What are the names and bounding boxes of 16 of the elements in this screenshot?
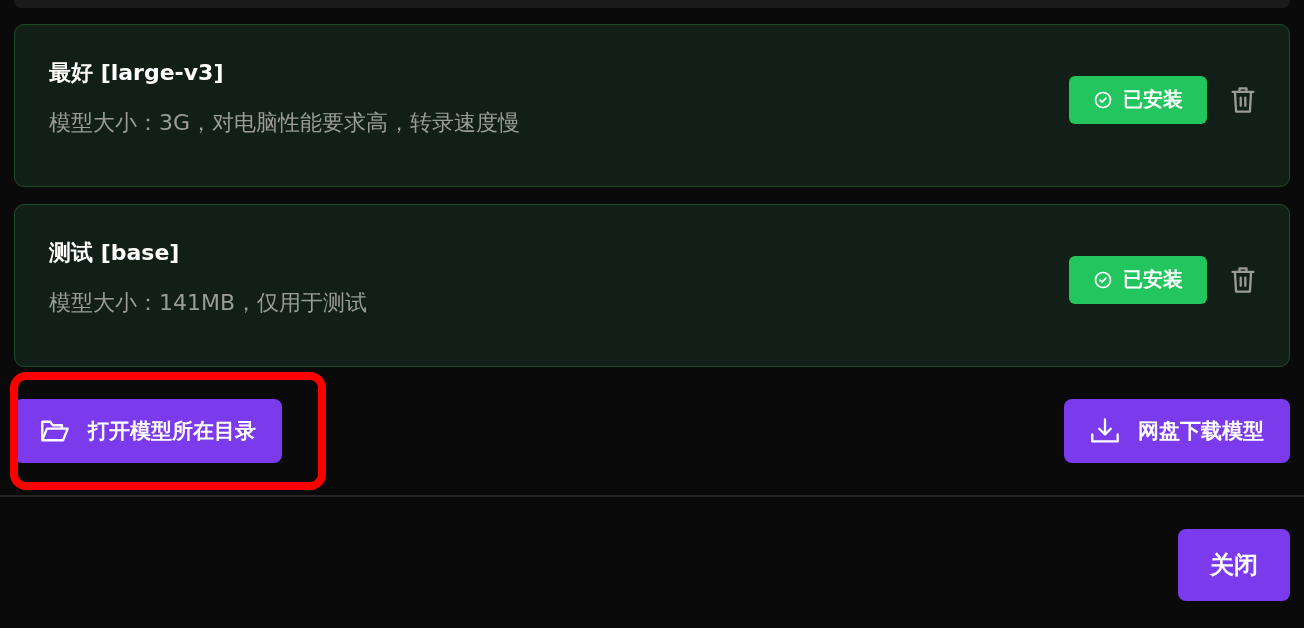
delete-button[interactable]: [1229, 264, 1257, 295]
installed-badge: 已安装: [1069, 255, 1207, 304]
trash-icon: [1229, 264, 1257, 295]
model-title: 测试 [base]: [49, 238, 181, 267]
check-circle-icon: [1093, 269, 1113, 290]
model-title: 最好 [large-v3]: [49, 58, 225, 87]
download-icon: [1090, 417, 1120, 445]
trash-icon: [1229, 84, 1257, 115]
folder-icon: [40, 418, 70, 444]
delete-button[interactable]: [1229, 84, 1257, 115]
model-description: 模型大小：141MB，仅用于测试: [49, 288, 368, 317]
check-circle-icon: [1093, 89, 1113, 110]
installed-badge: 已安装: [1069, 75, 1207, 124]
model-description: 模型大小：3G，对电脑性能要求高，转录速度慢: [49, 108, 521, 137]
close-button[interactable]: 关闭: [1178, 529, 1290, 601]
download-button[interactable]: 网盘下载模型: [1064, 399, 1290, 463]
